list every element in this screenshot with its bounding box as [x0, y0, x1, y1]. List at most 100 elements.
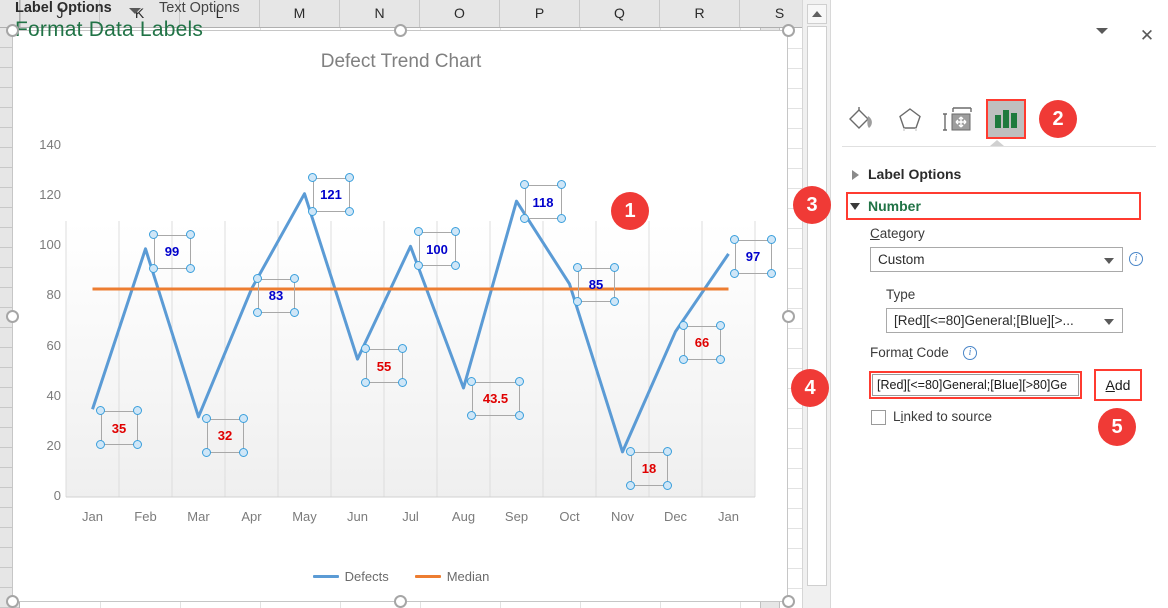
format-code-input[interactable]: [Red][<=80]General;[Blue][>80]Ge — [872, 374, 1079, 396]
chart-handle-middle-right[interactable] — [782, 310, 795, 323]
data-label-handle[interactable] — [397, 344, 407, 354]
chevron-down-icon[interactable] — [1096, 28, 1108, 34]
data-label[interactable]: 85 — [577, 267, 615, 302]
data-label-handle[interactable] — [662, 446, 672, 456]
data-label-handle[interactable] — [556, 180, 566, 190]
info-icon[interactable]: i — [963, 346, 977, 360]
data-label-handle[interactable] — [307, 206, 317, 216]
data-label-handle[interactable] — [514, 410, 524, 420]
data-label-handle[interactable] — [344, 172, 354, 182]
data-label-handle[interactable] — [609, 262, 619, 272]
data-label-handle[interactable] — [95, 440, 105, 450]
data-label-handle[interactable] — [766, 234, 776, 244]
data-label-handle[interactable] — [360, 344, 370, 354]
legend-item-median[interactable]: Median — [414, 569, 489, 584]
data-label-handle[interactable] — [729, 268, 739, 278]
data-label-handle[interactable] — [609, 296, 619, 306]
add-button[interactable]: Add — [1097, 372, 1139, 398]
chart-handle-bottom-center[interactable] — [394, 595, 407, 608]
data-label-handle[interactable] — [201, 413, 211, 423]
data-label-handle[interactable] — [678, 320, 688, 330]
data-label-handle[interactable] — [514, 376, 524, 386]
data-label-handle[interactable] — [450, 227, 460, 237]
data-label-handle[interactable] — [572, 296, 582, 306]
scrollbar-thumb[interactable] — [807, 26, 827, 586]
data-label[interactable]: 99 — [153, 234, 191, 269]
spreadsheet-grid[interactable]: JKLMNOPQRS Defect Trend Chart 0 20 40 60 80 1… — [0, 0, 830, 608]
column-header-m[interactable]: M — [260, 0, 340, 27]
tab-text-options[interactable]: Text Options — [159, 0, 240, 16]
tab-label-options-chevron-icon[interactable] — [129, 8, 141, 14]
vertical-scrollbar[interactable] — [802, 0, 830, 608]
data-label-handle[interactable] — [238, 447, 248, 457]
data-label-handle[interactable] — [715, 354, 725, 364]
column-header-q[interactable]: Q — [580, 0, 660, 27]
collapse-triangle-number-icon[interactable] — [850, 203, 860, 210]
data-label-handle[interactable] — [519, 214, 529, 224]
fill-and-line-icon[interactable] — [842, 99, 882, 139]
effects-icon[interactable] — [890, 99, 930, 139]
column-header-r[interactable]: R — [660, 0, 740, 27]
linked-to-source-label[interactable]: Linked to source — [893, 409, 992, 424]
expand-triangle-label-options-icon[interactable] — [852, 170, 859, 180]
data-label-handle[interactable] — [307, 172, 317, 182]
label-options-icon[interactable] — [986, 99, 1026, 139]
category-dropdown[interactable]: Custom — [870, 247, 1123, 272]
data-label[interactable]: 66 — [683, 325, 721, 360]
chart-handle-bottom-right[interactable] — [782, 595, 795, 608]
data-label-handle[interactable] — [625, 480, 635, 490]
data-label-handle[interactable] — [95, 406, 105, 416]
data-label[interactable]: 97 — [734, 239, 772, 274]
data-label[interactable]: 43.5 — [471, 381, 520, 416]
chart-object[interactable]: Defect Trend Chart 0 20 40 60 80 100 120 140 Ja… — [12, 30, 788, 602]
data-label[interactable]: 83 — [257, 278, 295, 313]
data-label-handle[interactable] — [678, 354, 688, 364]
data-label-handle[interactable] — [413, 261, 423, 271]
tab-label-options[interactable]: Label Options — [15, 0, 112, 16]
data-label-handle[interactable] — [572, 262, 582, 272]
data-label-handle[interactable] — [344, 206, 354, 216]
data-label-handle[interactable] — [148, 263, 158, 273]
data-label-handle[interactable] — [519, 180, 529, 190]
data-label-handle[interactable] — [450, 261, 460, 271]
chart-handle-top-center[interactable] — [394, 24, 407, 37]
data-label-handle[interactable] — [766, 268, 776, 278]
data-label[interactable]: 118 — [524, 185, 562, 220]
linked-to-source-checkbox[interactable] — [871, 410, 886, 425]
chart-handle-middle-left[interactable] — [6, 310, 19, 323]
data-label-handle[interactable] — [413, 227, 423, 237]
data-label[interactable]: 121 — [312, 177, 350, 212]
chart-handle-top-left[interactable] — [6, 24, 19, 37]
data-label-handle[interactable] — [397, 378, 407, 388]
data-label-handle[interactable] — [360, 378, 370, 388]
close-icon[interactable]: ✕ — [1136, 24, 1158, 46]
section-number[interactable]: Number — [868, 198, 921, 214]
data-label-handle[interactable] — [715, 320, 725, 330]
data-label-handle[interactable] — [132, 440, 142, 450]
column-header-n[interactable]: N — [340, 0, 420, 27]
chart-handle-top-right[interactable] — [782, 24, 795, 37]
info-icon[interactable]: i — [1129, 252, 1143, 266]
data-label[interactable]: 18 — [630, 451, 668, 486]
data-label-handle[interactable] — [556, 214, 566, 224]
data-label-handle[interactable] — [132, 406, 142, 416]
data-label-handle[interactable] — [289, 273, 299, 283]
legend-item-defects[interactable]: Defects — [312, 569, 389, 584]
section-label-options[interactable]: Label Options — [868, 166, 961, 182]
data-label-handle[interactable] — [625, 446, 635, 456]
data-label[interactable]: 55 — [365, 349, 403, 384]
data-label-handle[interactable] — [185, 263, 195, 273]
data-label-handle[interactable] — [185, 229, 195, 239]
data-label-handle[interactable] — [252, 307, 262, 317]
data-label-handle[interactable] — [238, 413, 248, 423]
data-label[interactable]: 100 — [418, 232, 456, 267]
scroll-up-arrow-icon[interactable] — [807, 4, 827, 24]
column-header-o[interactable]: O — [420, 0, 500, 27]
data-label-handle[interactable] — [201, 447, 211, 457]
chart-handle-bottom-left[interactable] — [6, 595, 19, 608]
data-label[interactable]: 35 — [100, 411, 138, 446]
size-and-properties-icon[interactable] — [938, 99, 978, 139]
data-label-handle[interactable] — [662, 480, 672, 490]
data-label-handle[interactable] — [466, 410, 476, 420]
type-dropdown[interactable]: [Red][<=80]General;[Blue][>... — [886, 308, 1123, 333]
